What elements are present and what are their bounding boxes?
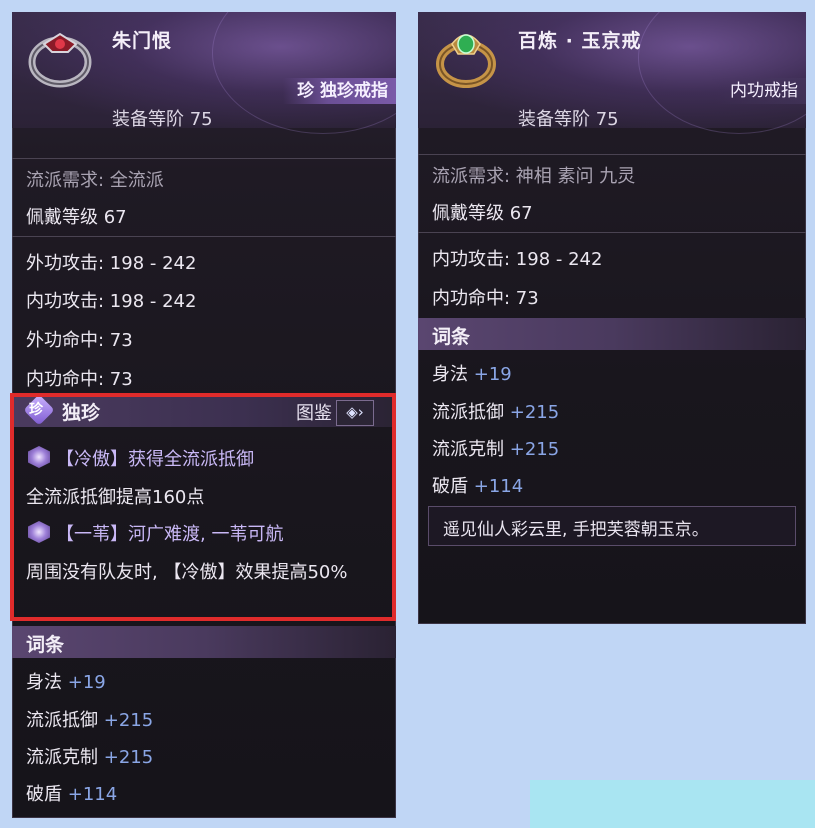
affix-row: 身法 +19 — [26, 668, 106, 694]
type-tag: 内功戒指 — [716, 78, 806, 104]
equipment-tooltip-right: 百炼 · 玉京戒 内功戒指 装备等阶 75 流派需求: 神相 素问 九灵 佩戴等… — [418, 12, 806, 624]
stat-row: 内功攻击: 198 - 242 — [432, 249, 603, 270]
affix-section-header: 词条 — [418, 318, 806, 350]
stat-row: 内功命中: 73 — [26, 369, 133, 390]
wear-level: 佩戴等级 67 — [26, 207, 127, 228]
tooltip-header: 朱门恨 珍 独珍戒指 装备等阶 75 — [12, 12, 396, 134]
affix-value: +114 — [67, 784, 118, 805]
affix-title: 词条 — [26, 634, 65, 656]
decor-swirl — [212, 12, 396, 134]
affix-name: 流派克制 — [26, 747, 98, 768]
equipment-tier: 装备等阶 75 — [112, 109, 213, 130]
affix-name: 流派克制 — [432, 439, 504, 460]
affix-row: 流派克制 +215 — [26, 743, 153, 769]
equipment-tier: 装备等阶 75 — [518, 109, 619, 130]
affix-value: +215 — [509, 439, 560, 460]
affix-row: 破盾 +114 — [432, 472, 523, 498]
affix-value: +114 — [473, 476, 524, 497]
affix-value: +215 — [103, 710, 154, 731]
flavor-text-box: 遥见仙人彩云里, 手把芙蓉朝玉京。 — [428, 506, 796, 546]
divider — [418, 154, 806, 155]
school-requirement: 流派需求: 全流派 — [26, 170, 164, 191]
stat-row: 内功攻击: 198 - 242 — [26, 291, 197, 312]
affix-row: 破盾 +114 — [26, 780, 117, 806]
item-name: 百炼 · 玉京戒 — [518, 30, 642, 52]
affix-title: 词条 — [432, 326, 471, 348]
highlight-frame — [10, 393, 396, 621]
stat-row: 外功攻击: 198 - 242 — [26, 253, 197, 274]
affix-row: 流派克制 +215 — [432, 435, 559, 461]
rarity-tag: 珍 独珍戒指 — [283, 78, 396, 104]
affix-row: 流派抵御 +215 — [26, 706, 153, 732]
affix-row: 身法 +19 — [432, 360, 512, 386]
stat-row: 外功命中: 73 — [26, 330, 133, 351]
decor-swirl — [638, 12, 806, 134]
affix-name: 流派抵御 — [26, 710, 98, 731]
divider — [12, 158, 396, 159]
wear-level: 佩戴等级 67 — [432, 203, 533, 224]
tooltip-header: 百炼 · 玉京戒 内功戒指 装备等阶 75 — [418, 12, 806, 134]
divider — [418, 232, 806, 233]
divider — [12, 236, 396, 237]
item-name: 朱门恨 — [112, 30, 173, 52]
jade-ring-icon — [436, 34, 496, 88]
affix-name: 身法 — [26, 672, 62, 693]
affix-name: 破盾 — [26, 784, 62, 805]
affix-value: +19 — [67, 672, 106, 693]
affix-value: +215 — [509, 402, 560, 423]
affix-name: 流派抵御 — [432, 402, 504, 423]
ring-icon — [28, 32, 92, 88]
flavor-text: 遥见仙人彩云里, 手把芙蓉朝玉京。 — [443, 520, 709, 540]
affix-section-header: 词条 — [12, 626, 396, 658]
affix-name: 身法 — [432, 364, 468, 385]
stat-row: 内功命中: 73 — [432, 288, 539, 309]
affix-value: +215 — [103, 747, 154, 768]
affix-value: +19 — [473, 364, 512, 385]
decorative-bar — [530, 780, 815, 828]
school-requirement: 流派需求: 神相 素问 九灵 — [432, 166, 636, 187]
affix-name: 破盾 — [432, 476, 468, 497]
affix-row: 流派抵御 +215 — [432, 398, 559, 424]
